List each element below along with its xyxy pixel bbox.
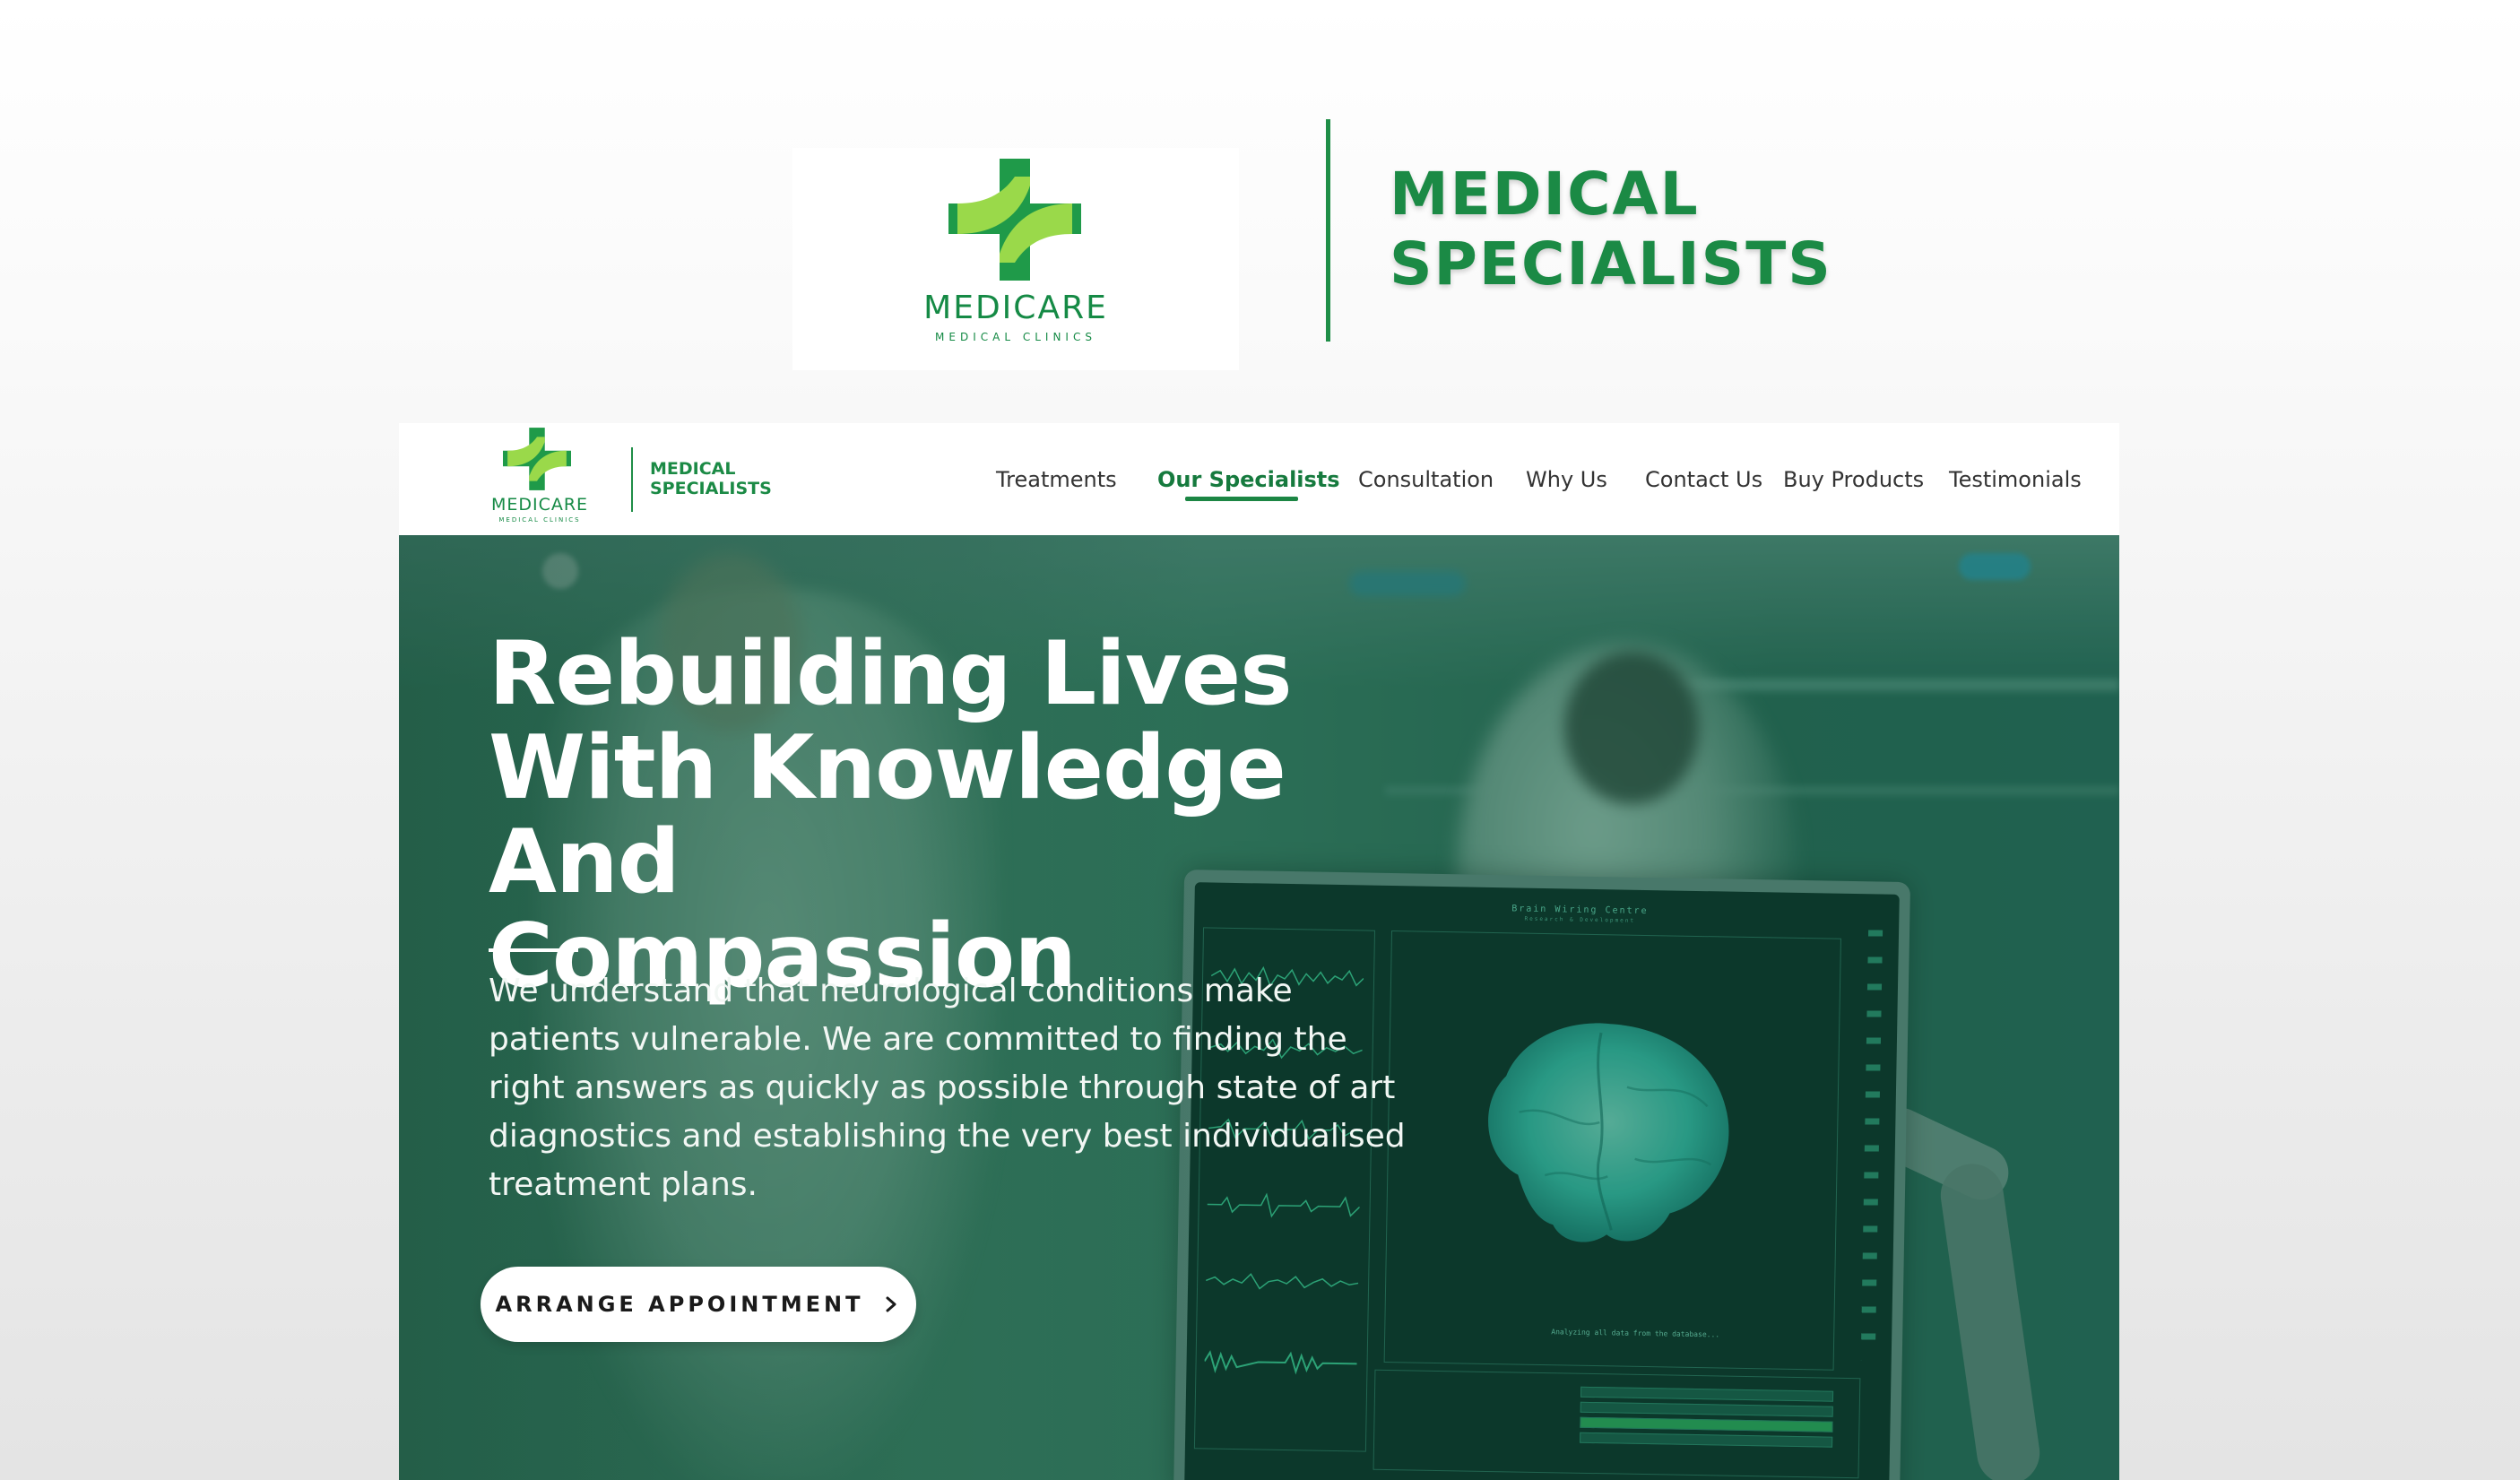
brand-title-line1: MEDICAL bbox=[1390, 160, 1700, 229]
nav-item-our-specialists[interactable]: Our Specialists bbox=[1157, 467, 1340, 492]
hero-description: We understand that neurological conditio… bbox=[489, 967, 1439, 1209]
brand-logo-card: MEDICARE MEDICAL CLINICS bbox=[792, 148, 1239, 370]
nav-item-buy-products[interactable]: Buy Products bbox=[1783, 467, 1924, 492]
header-logo-wordmark[interactable]: MEDICARE bbox=[486, 495, 593, 515]
hero-description-line: We understand that neurological conditio… bbox=[489, 973, 1293, 1009]
hero-description-line: patients vulnerable. We are committed to… bbox=[489, 1021, 1347, 1058]
brand-title-line2: SPECIALISTS bbox=[1390, 229, 1832, 299]
hero-description-line: treatment plans. bbox=[489, 1166, 758, 1203]
site-header: MEDICARE MEDICAL CLINICS MEDICAL SPECIAL… bbox=[399, 423, 2119, 535]
logo-subtitle: MEDICAL CLINICS bbox=[935, 331, 1096, 343]
header-brand-title-line1: MEDICAL bbox=[650, 459, 736, 479]
logo-wordmark: MEDICARE bbox=[923, 290, 1108, 326]
hero-title-line2: With Knowledge And bbox=[489, 717, 1286, 913]
hero-divider bbox=[489, 948, 578, 952]
header-brand-title-line2: SPECIALISTS bbox=[650, 479, 772, 498]
brand-divider bbox=[1326, 119, 1330, 342]
nav-item-testimonials[interactable]: Testimonials bbox=[1949, 467, 2082, 492]
medicare-cross-logo-icon bbox=[948, 159, 1081, 281]
hero-description-line: diagnostics and establishing the very be… bbox=[489, 1118, 1406, 1155]
header-logo-subtitle: MEDICAL CLINICS bbox=[498, 516, 581, 524]
header-logo-icon[interactable] bbox=[503, 428, 571, 490]
nav-item-why-us[interactable]: Why Us bbox=[1526, 467, 1607, 492]
header-brand-title: MEDICAL SPECIALISTS bbox=[650, 459, 829, 498]
hero-description-line: right answers as quickly as possible thr… bbox=[489, 1069, 1396, 1106]
arrange-appointment-button[interactable]: ARRANGE APPOINTMENT bbox=[481, 1267, 916, 1342]
header-divider bbox=[631, 447, 633, 512]
nav-item-consultation[interactable]: Consultation bbox=[1358, 467, 1494, 492]
chevron-right-icon bbox=[886, 1296, 896, 1312]
hero-title: Rebuilding Lives With Knowledge And Comp… bbox=[489, 627, 1385, 1004]
nav-item-treatments[interactable]: Treatments bbox=[996, 467, 1117, 492]
nav-active-underline bbox=[1185, 497, 1298, 501]
hero-title-line1: Rebuilding Lives bbox=[489, 623, 1293, 725]
website-frame: MEDICARE MEDICAL CLINICS MEDICAL SPECIAL… bbox=[399, 423, 2119, 1480]
hero-section: Brain Wiring Centre Research & Developme… bbox=[399, 535, 2119, 1480]
nav-item-contact-us[interactable]: Contact Us bbox=[1645, 467, 1762, 492]
brand-title: MEDICAL SPECIALISTS bbox=[1390, 160, 1892, 299]
arrange-appointment-label: ARRANGE APPOINTMENT bbox=[495, 1292, 864, 1317]
